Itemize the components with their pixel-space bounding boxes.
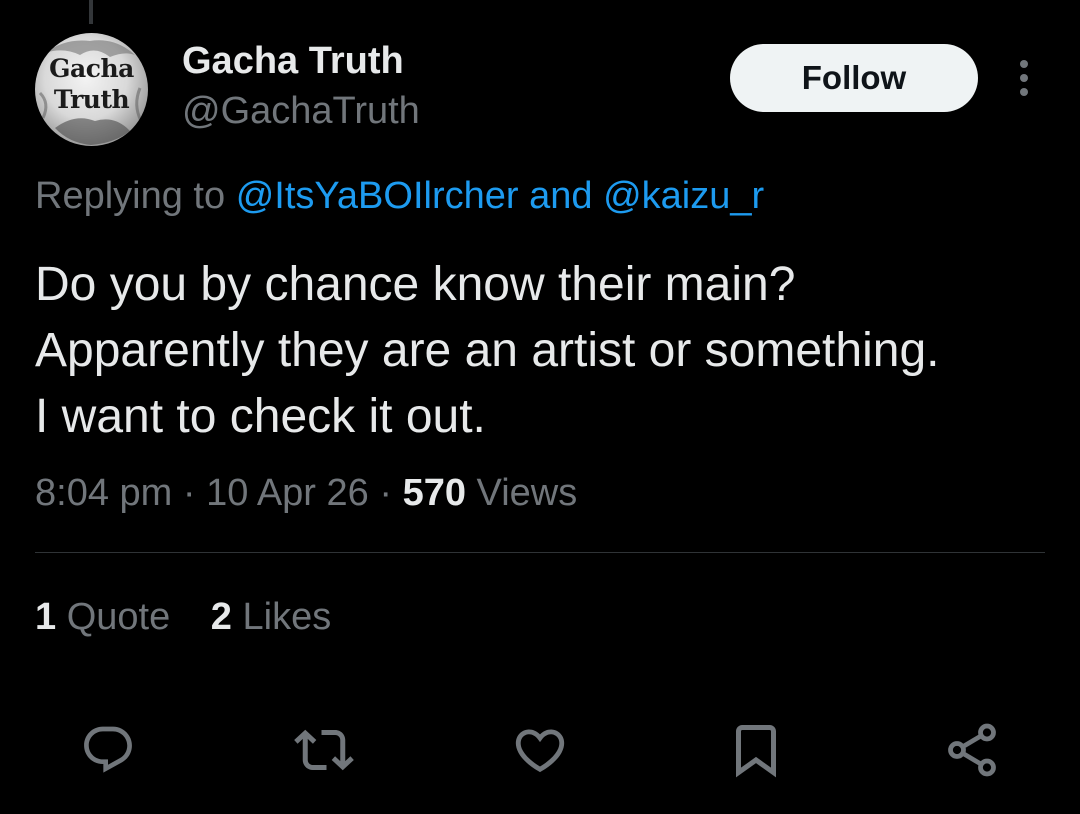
- share-icon: [948, 723, 996, 777]
- tweet-text-line: Do you by chance know their main?: [35, 258, 796, 311]
- reply-button[interactable]: [76, 718, 140, 782]
- bookmark-icon: [736, 725, 776, 778]
- meta-separator: ·: [379, 472, 392, 514]
- share-button[interactable]: [940, 718, 1004, 782]
- more-options-button[interactable]: [1004, 56, 1044, 100]
- reply-mention-link-2[interactable]: @kaizu_r: [603, 175, 764, 217]
- avatar-logo-line-2: Truth: [53, 85, 130, 114]
- tweet-text-line: Apparently they are an artist or somethi…: [35, 324, 940, 377]
- retweet-button[interactable]: [292, 718, 356, 782]
- divider: [35, 552, 1045, 553]
- replying-to-label: Replying to: [35, 175, 226, 217]
- tweet-date[interactable]: 10 Apr 26: [206, 472, 369, 514]
- quotes-stat[interactable]: 1 Quote: [35, 596, 170, 639]
- replying-to-line: Replying to @ItsYaBOIlrcher and @kaizu_r: [35, 175, 764, 218]
- like-heart-icon: [515, 729, 565, 773]
- likes-label: Likes: [242, 596, 332, 638]
- author-display-name[interactable]: Gacha Truth: [182, 40, 404, 83]
- author-handle[interactable]: @GachaTruth: [182, 90, 420, 133]
- reply-mention-link-1[interactable]: @ItsYaBOIlrcher: [236, 175, 519, 217]
- tweet-metadata: 8:04 pm · 10 Apr 26 · 570 Views: [35, 472, 577, 515]
- engagement-stats: 1 Quote 2 Likes: [35, 596, 361, 639]
- meta-separator: ·: [182, 472, 196, 514]
- quotes-count: 1: [35, 596, 57, 638]
- avatar[interactable]: Gacha Truth: [35, 33, 148, 146]
- quotes-label: Quote: [66, 596, 171, 638]
- tweet-text-line: I want to check it out.: [35, 390, 486, 443]
- tweet-text: Do you by chance know their main? Appare…: [35, 252, 1055, 450]
- likes-count: 2: [210, 596, 232, 638]
- thread-connector-line: [89, 0, 93, 24]
- bookmark-button[interactable]: [724, 718, 788, 782]
- likes-stat[interactable]: 2 Likes: [211, 596, 331, 639]
- reply-mention-joiner: and: [529, 175, 593, 217]
- views-label: Views: [476, 472, 578, 514]
- avatar-logo-line-1: Gacha: [49, 54, 134, 83]
- retweet-icon: [294, 729, 354, 771]
- reply-icon: [84, 726, 132, 773]
- more-vertical-icon: [1020, 60, 1028, 96]
- follow-button[interactable]: Follow: [730, 44, 978, 112]
- like-button[interactable]: [508, 718, 572, 782]
- tweet-time[interactable]: 8:04 pm: [35, 472, 172, 514]
- views-count: 570: [402, 472, 466, 514]
